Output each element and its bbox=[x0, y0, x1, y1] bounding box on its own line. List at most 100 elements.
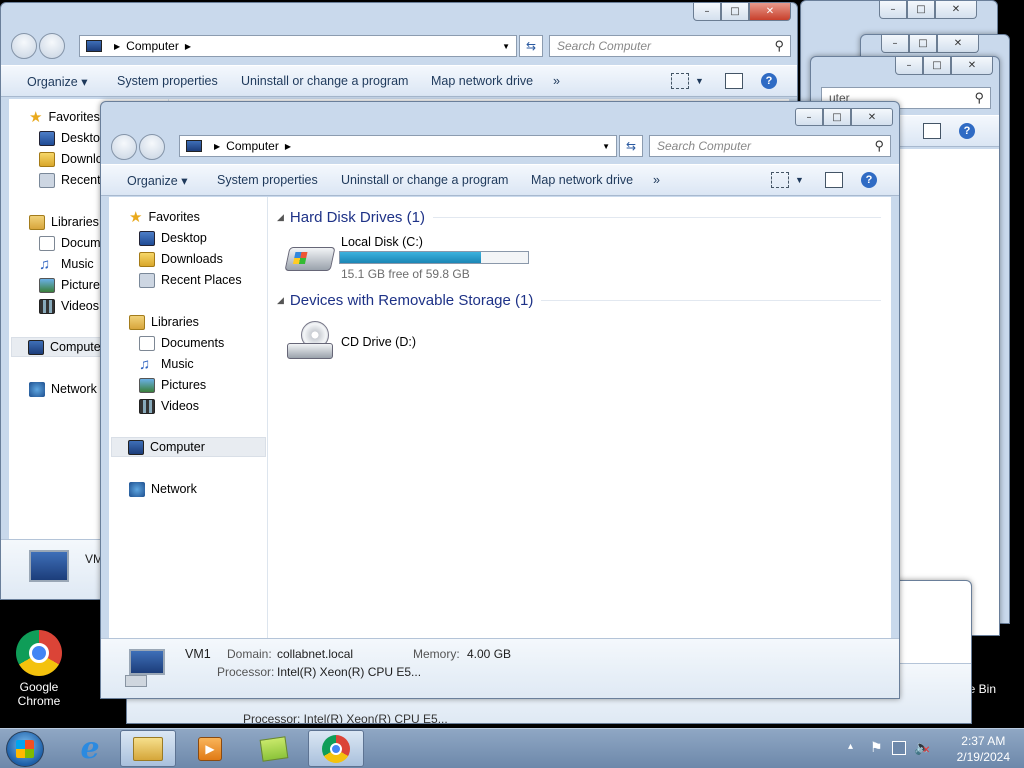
nav-label: Compute bbox=[50, 340, 101, 354]
address-bar[interactable]: ▶ Computer ▶ ▼ bbox=[79, 35, 517, 57]
taskbar-chrome[interactable] bbox=[308, 730, 364, 767]
clock-time: 2:37 AM bbox=[961, 734, 1006, 748]
nav-favorites[interactable]: ★ Favorites bbox=[129, 207, 200, 227]
address-bar[interactable]: ▶ Computer ▶ ▼ bbox=[179, 135, 617, 157]
nav-pictures[interactable]: Pictures bbox=[39, 275, 106, 295]
preview-pane-icon[interactable] bbox=[923, 123, 941, 139]
maximize-icon[interactable]: □ bbox=[907, 1, 935, 19]
domain-label: Domain: bbox=[227, 647, 272, 661]
chevron-right-icon: ▶ bbox=[214, 141, 221, 151]
nav-music[interactable]: ♫ Music bbox=[139, 354, 194, 374]
taskbar-media-player[interactable]: ▶ bbox=[182, 730, 238, 767]
nav-libraries[interactable]: Libraries bbox=[29, 212, 99, 232]
search-input[interactable]: Search Computer ⚲ bbox=[649, 135, 891, 157]
taskbar-ie[interactable]: e bbox=[62, 730, 118, 767]
chrome-icon bbox=[322, 734, 350, 763]
minimize-icon[interactable]: – bbox=[795, 108, 823, 126]
views-icon[interactable] bbox=[671, 73, 689, 89]
nav-libraries[interactable]: Libraries bbox=[129, 312, 199, 332]
preview-pane-icon[interactable] bbox=[725, 73, 743, 89]
organize-button[interactable]: Organize ▾ bbox=[127, 173, 187, 188]
maximize-icon[interactable]: □ bbox=[923, 57, 951, 75]
forward-button[interactable] bbox=[39, 33, 65, 59]
nav-music[interactable]: ♫ Music bbox=[39, 254, 94, 274]
uninstall-button[interactable]: Uninstall or change a program bbox=[241, 74, 408, 88]
map-drive-button[interactable]: Map network drive bbox=[531, 173, 633, 187]
nav-label: Downloads bbox=[161, 252, 223, 266]
taskbar-sticky-notes[interactable] bbox=[246, 730, 302, 767]
uninstall-button[interactable]: Uninstall or change a program bbox=[341, 173, 508, 187]
search-input[interactable]: Search Computer ⚲ bbox=[549, 35, 791, 57]
nav-downloads[interactable]: Downlo bbox=[39, 149, 103, 169]
back-button[interactable] bbox=[11, 33, 37, 59]
navigation-pane: ★ Favorites Desktop Downloads Recent Plac… bbox=[109, 197, 268, 638]
chevron-down-icon[interactable]: ▼ bbox=[502, 42, 510, 51]
maximize-icon[interactable]: □ bbox=[721, 3, 749, 21]
nav-recent-places[interactable]: Recent Places bbox=[139, 270, 242, 290]
close-icon[interactable]: ✕ bbox=[851, 108, 893, 126]
nav-videos[interactable]: Videos bbox=[39, 296, 99, 316]
start-button[interactable] bbox=[6, 731, 44, 767]
volume-muted-icon[interactable]: 🔈 ✕ bbox=[914, 739, 931, 756]
nav-videos[interactable]: Videos bbox=[139, 396, 199, 416]
network-icon bbox=[129, 481, 145, 497]
help-icon[interactable]: ? bbox=[861, 172, 879, 188]
close-icon[interactable]: ✕ bbox=[951, 57, 993, 75]
system-properties-button[interactable]: System properties bbox=[117, 74, 218, 88]
nav-network[interactable]: Network bbox=[29, 379, 97, 399]
nav-computer[interactable]: Computer bbox=[111, 437, 266, 457]
minimize-icon[interactable]: – bbox=[693, 3, 721, 21]
group-title: Hard Disk Drives (1) bbox=[289, 208, 425, 226]
drive-c[interactable]: Local Disk (C:) 15.1 GB free of 59.8 GB bbox=[284, 233, 545, 283]
computer-window: – □ ✕ ▶ Computer ▶ ▼ ⇆ Search Computer ⚲… bbox=[100, 101, 900, 699]
group-header-hdd[interactable]: ◢ Hard Disk Drives (1) bbox=[277, 207, 881, 227]
more-button[interactable]: » bbox=[553, 74, 560, 88]
nav-pictures[interactable]: Pictures bbox=[139, 375, 206, 395]
nav-desktop[interactable]: Desktop bbox=[139, 228, 207, 248]
more-button[interactable]: » bbox=[653, 173, 660, 187]
drive-d[interactable]: CD Drive (D:) bbox=[285, 319, 485, 365]
computer-icon bbox=[128, 439, 144, 455]
file-list: ◢ Hard Disk Drives (1) Local Disk (C:) 1… bbox=[269, 197, 891, 638]
minimize-icon[interactable]: – bbox=[879, 1, 907, 19]
maximize-icon[interactable]: □ bbox=[909, 35, 937, 53]
close-icon[interactable]: ✕ bbox=[937, 35, 979, 53]
map-drive-button[interactable]: Map network drive bbox=[431, 74, 533, 88]
close-icon[interactable]: ✕ bbox=[935, 1, 977, 19]
system-properties-button[interactable]: System properties bbox=[217, 173, 318, 187]
nav-documents[interactable]: Docume bbox=[39, 233, 108, 253]
nav-downloads[interactable]: Downloads bbox=[139, 249, 223, 269]
nav-favorites[interactable]: ★ Favorites bbox=[29, 107, 100, 127]
help-icon[interactable]: ? bbox=[761, 73, 779, 89]
nav-label: Music bbox=[161, 357, 194, 371]
google-chrome-shortcut[interactable]: Google Chrome bbox=[0, 630, 78, 708]
minimize-icon[interactable]: – bbox=[895, 57, 923, 75]
refresh-button[interactable]: ⇆ bbox=[519, 35, 543, 57]
close-icon[interactable]: ✕ bbox=[749, 3, 791, 21]
nav-documents[interactable]: Documents bbox=[139, 333, 224, 353]
show-hidden-icons-button[interactable]: ▴ bbox=[848, 741, 853, 752]
taskbar-explorer[interactable] bbox=[120, 730, 176, 767]
group-header-removable[interactable]: ◢ Devices with Removable Storage (1) bbox=[277, 290, 881, 310]
minimize-icon[interactable]: – bbox=[881, 35, 909, 53]
clock[interactable]: 2:37 AM 2/19/2024 bbox=[957, 733, 1010, 765]
nav-label: Music bbox=[61, 257, 94, 271]
organize-button[interactable]: Organize ▾ bbox=[27, 74, 87, 89]
title-bar[interactable]: – □ ✕ bbox=[1, 3, 797, 31]
help-icon[interactable]: ? bbox=[959, 123, 977, 139]
preview-pane-icon[interactable] bbox=[825, 172, 843, 188]
chevron-down-icon[interactable]: ▼ bbox=[602, 142, 610, 151]
refresh-button[interactable]: ⇆ bbox=[619, 135, 643, 157]
views-dropdown-icon[interactable]: ▼ bbox=[795, 175, 804, 185]
maximize-icon[interactable]: □ bbox=[823, 108, 851, 126]
action-center-flag-icon[interactable]: ⚑ bbox=[870, 739, 883, 756]
nav-network[interactable]: Network bbox=[129, 479, 197, 499]
network-status-icon[interactable] bbox=[892, 741, 906, 755]
views-icon[interactable] bbox=[771, 172, 789, 188]
views-dropdown-icon[interactable]: ▼ bbox=[695, 76, 704, 86]
nav-label: Libraries bbox=[51, 215, 99, 229]
back-button[interactable] bbox=[111, 134, 137, 160]
forward-button[interactable] bbox=[139, 134, 165, 160]
nav-desktop[interactable]: Desktop bbox=[39, 128, 107, 148]
title-bar[interactable]: – □ ✕ bbox=[101, 102, 899, 130]
